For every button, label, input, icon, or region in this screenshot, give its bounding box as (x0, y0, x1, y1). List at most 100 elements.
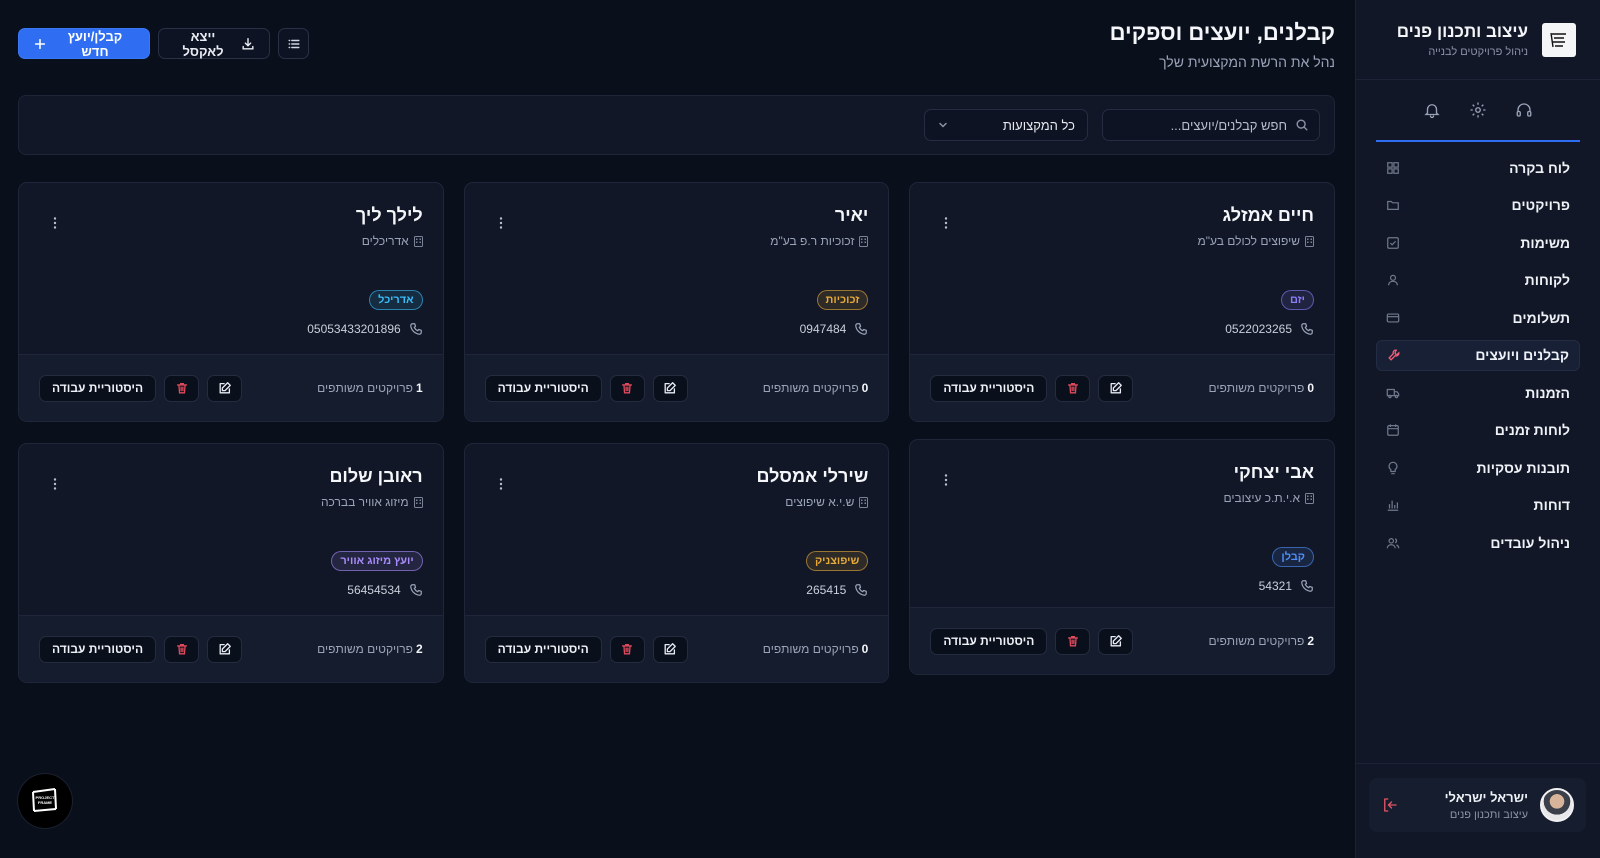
more-options-icon[interactable] (47, 215, 63, 231)
contractor-phone[interactable]: 265415 (485, 583, 869, 597)
edit-button[interactable] (1098, 374, 1134, 402)
contractor-company: מיזוג אוויר בברכה (321, 495, 423, 509)
profession-badge: אדריכל (369, 290, 423, 310)
work-history-button[interactable]: היסטוריית עבודה (39, 374, 157, 402)
sidebar-item-reports[interactable]: דוחות (1376, 490, 1580, 521)
bell-icon[interactable] (1423, 101, 1441, 119)
contractor-company: אדריכלים (356, 234, 423, 248)
sidebar-item-label: משימות (1520, 234, 1570, 251)
list-icon (287, 37, 301, 51)
contractor-phone[interactable]: 0947484 (485, 322, 869, 336)
sidebar-item-insights[interactable]: תובנות עסקיות (1376, 452, 1580, 483)
edit-button[interactable] (652, 635, 688, 663)
user-card[interactable]: ישראל ישראלי עיצוב ותכנון פנים (1369, 778, 1586, 832)
delete-button[interactable] (164, 635, 200, 663)
work-history-button[interactable]: היסטוריית עבודה (930, 374, 1048, 402)
shared-projects-label: פרויקטים משותפים (762, 381, 859, 395)
shared-projects-count: 0 (861, 381, 869, 395)
edit-icon (218, 381, 232, 395)
sidebar-item-dashboard[interactable]: לוח בקרה (1376, 152, 1580, 183)
checkbox-icon (1386, 236, 1400, 250)
more-options-icon[interactable] (493, 476, 509, 492)
profession-badge: קבלן (1272, 547, 1314, 567)
search-input[interactable] (1111, 117, 1287, 133)
more-options-icon[interactable] (47, 476, 63, 492)
sidebar-item-schedules[interactable]: לוחות זמנים (1376, 415, 1580, 446)
delete-button[interactable] (164, 374, 200, 402)
more-options-icon[interactable] (938, 472, 954, 488)
avatar[interactable] (1540, 788, 1574, 822)
user-box: ישראל ישראלי עיצוב ותכנון פנים (1355, 763, 1600, 858)
shared-projects-count: 2 (1307, 634, 1314, 648)
trash-icon (1066, 634, 1080, 648)
delete-button[interactable] (1055, 374, 1091, 402)
contractor-name[interactable]: לילך ליך (356, 205, 423, 226)
profession-select[interactable]: כל המקצועות (924, 109, 1088, 141)
building-icon (413, 235, 423, 247)
contractor-name[interactable]: אבי יצחקי (1223, 462, 1314, 483)
phone-icon (854, 322, 868, 336)
contractor-phone[interactable]: 54321 (930, 579, 1314, 593)
contractor-company-name: מיזוג אוויר בברכה (320, 495, 409, 509)
building-icon (859, 496, 869, 508)
sidebar-item-contractors[interactable]: קבלנים ויועצים (1376, 339, 1580, 371)
search-box[interactable] (1102, 109, 1320, 141)
contractor-phone-number: 05053433201896 (307, 322, 401, 336)
download-icon (241, 37, 255, 51)
phone-icon (1300, 322, 1314, 336)
sidebar-item-clients[interactable]: לקוחות (1376, 265, 1580, 296)
sidebar-item-employees[interactable]: ניהול עובדים (1376, 527, 1580, 558)
shared-projects-count: 0 (861, 642, 869, 656)
more-options-icon[interactable] (493, 215, 509, 231)
dashboard-icon (1386, 161, 1400, 175)
edit-button[interactable] (207, 374, 243, 402)
work-history-button[interactable]: היסטוריית עבודה (484, 374, 602, 402)
delete-button[interactable] (609, 374, 645, 402)
sidebar-item-payments[interactable]: תשלומים (1376, 302, 1580, 333)
search-icon (1295, 118, 1309, 132)
headset-icon[interactable] (1515, 101, 1533, 119)
contractor-name[interactable]: יאיר (770, 205, 869, 226)
contractor-phone[interactable]: 56454534 (39, 583, 423, 597)
brand-logo[interactable] (1542, 22, 1576, 57)
more-options-icon[interactable] (938, 215, 954, 231)
filter-bar: כל המקצועות (18, 95, 1335, 155)
contractor-phone[interactable]: 0522023265 (930, 322, 1314, 336)
trash-icon (620, 642, 634, 656)
trash-icon (1066, 381, 1080, 395)
work-history-button[interactable]: היסטוריית עבודה (930, 627, 1048, 655)
new-contractor-button[interactable]: קבלן/יועץ חדש (18, 28, 150, 59)
export-excel-label: ייצא לאקסל (182, 28, 224, 59)
sidebar-item-label: לקוחות (1524, 272, 1570, 288)
sidebar-item-projects[interactable]: פרויקטים (1376, 190, 1580, 221)
shared-projects-label: פרויקטים משותפים (317, 381, 413, 395)
logout-icon[interactable] (1381, 796, 1399, 814)
work-history-button[interactable]: היסטוריית עבודה (39, 635, 157, 663)
edit-button[interactable] (652, 374, 688, 402)
work-history-button[interactable]: היסטוריית עבודה (484, 635, 602, 663)
project-frame-logo[interactable]: PROJECT FRAME (18, 774, 72, 828)
export-excel-button[interactable]: ייצא לאקסל (158, 28, 270, 59)
edit-button[interactable] (1098, 627, 1134, 655)
gear-icon[interactable] (1469, 101, 1487, 119)
delete-button[interactable] (609, 635, 645, 663)
contractor-name[interactable]: חיים אמזלג (1197, 205, 1314, 226)
shared-projects-count: 2 (415, 642, 423, 656)
phone-icon (854, 583, 868, 597)
sidebar-item-tasks[interactable]: משימות (1376, 227, 1580, 258)
edit-button[interactable] (207, 635, 243, 663)
contractor-company: שיפוצים לכולם בע"מ (1197, 234, 1314, 248)
contractor-name[interactable]: שירלי אמסלם (757, 466, 869, 487)
sidebar-item-orders[interactable]: הזמנות (1376, 377, 1580, 408)
sidebar-item-label: קבלנים ויועצים (1475, 347, 1569, 363)
contractor-company: זכוכיות ר.פ בע"מ (770, 234, 869, 248)
contractor-name[interactable]: ראובן שלום (321, 466, 422, 487)
phone-icon (409, 322, 423, 336)
calendar-icon (1386, 423, 1400, 437)
contractor-phone[interactable]: 05053433201896 (39, 322, 423, 336)
logo-line2: FRAME (38, 800, 53, 805)
list-view-button[interactable] (278, 28, 309, 59)
sidebar-item-label: לוח בקרה (1509, 159, 1570, 176)
delete-button[interactable] (1055, 627, 1091, 655)
contractor-phone-number: 0522023265 (1225, 322, 1292, 336)
